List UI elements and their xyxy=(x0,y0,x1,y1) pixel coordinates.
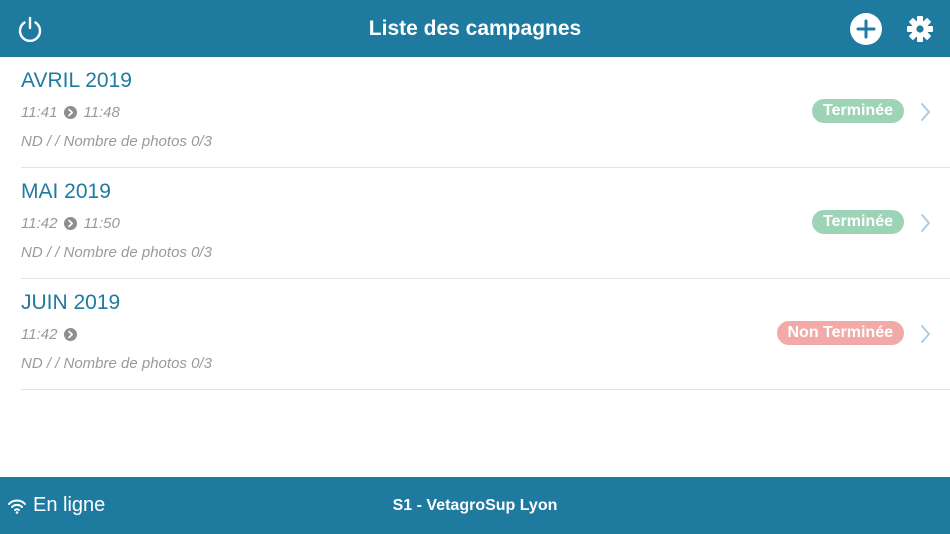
campaign-row[interactable]: JUIN 2019 11:42 ND / / Nombre de photos … xyxy=(21,279,950,390)
campaign-times: 11:42 xyxy=(21,326,83,343)
chevron-right-icon xyxy=(921,103,930,121)
page-title: Liste des campagnes xyxy=(368,17,582,40)
gear-icon xyxy=(907,16,933,42)
power-button[interactable] xyxy=(13,12,47,46)
arrow-right-circle-icon xyxy=(64,328,78,341)
connection-status-label: En ligne xyxy=(33,494,106,516)
add-campaign-button[interactable] xyxy=(849,12,883,46)
arrow-right-circle-icon xyxy=(64,217,78,230)
wifi-icon xyxy=(8,499,26,514)
campaign-info: ND / / Nombre de photos 0/3 xyxy=(21,244,212,261)
arrow-right-circle-icon xyxy=(64,106,78,119)
site-label: S1 - VetagroSup Lyon xyxy=(392,497,558,514)
status-badge: Terminée xyxy=(812,99,904,123)
chevron-right-icon xyxy=(921,214,930,232)
bottom-status-bar: En ligne S1 - VetagroSup Lyon xyxy=(0,477,950,534)
campaign-info: ND / / Nombre de photos 0/3 xyxy=(21,355,212,372)
campaign-start-time: 11:42 xyxy=(21,326,58,343)
campaign-row[interactable]: AVRIL 2019 11:41 11:48 ND / / Nombre de … xyxy=(21,57,950,168)
settings-button[interactable] xyxy=(903,12,937,46)
campaign-end-time: 11:50 xyxy=(83,215,120,232)
top-navigation-bar: Liste des campagnes xyxy=(0,0,950,57)
campaign-name: JUIN 2019 xyxy=(21,291,121,314)
campaign-info: ND / / Nombre de photos 0/3 xyxy=(21,133,212,150)
status-badge: Terminée xyxy=(812,210,904,234)
campaign-times: 11:41 11:48 xyxy=(21,104,120,121)
campaign-end-time: 11:48 xyxy=(83,104,120,121)
status-badge: Non Terminée xyxy=(776,321,904,345)
power-icon xyxy=(18,16,42,43)
campaign-times: 11:42 11:50 xyxy=(21,215,120,232)
connection-status: En ligne xyxy=(7,477,105,534)
campaign-start-time: 11:41 xyxy=(21,104,58,121)
campaign-start-time: 11:42 xyxy=(21,215,58,232)
plus-circle-icon xyxy=(850,13,882,45)
chevron-right-icon xyxy=(921,325,930,343)
campaign-list: AVRIL 2019 11:41 11:48 ND / / Nombre de … xyxy=(0,57,950,390)
campaign-name: AVRIL 2019 xyxy=(21,69,132,92)
campaign-row[interactable]: MAI 2019 11:42 11:50 ND / / Nombre de ph… xyxy=(21,168,950,279)
campaign-name: MAI 2019 xyxy=(21,180,111,203)
